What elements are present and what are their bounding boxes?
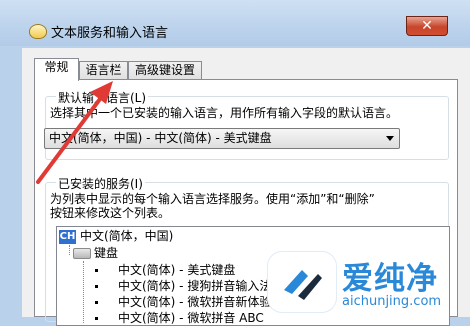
watermark-url: aichunjing.com (342, 294, 442, 309)
tab-general[interactable]: 常规 (34, 58, 79, 81)
list-bullet (95, 317, 98, 320)
watermark-logo-icon (268, 252, 336, 312)
watermark-title: 爱纯净 (342, 261, 438, 297)
